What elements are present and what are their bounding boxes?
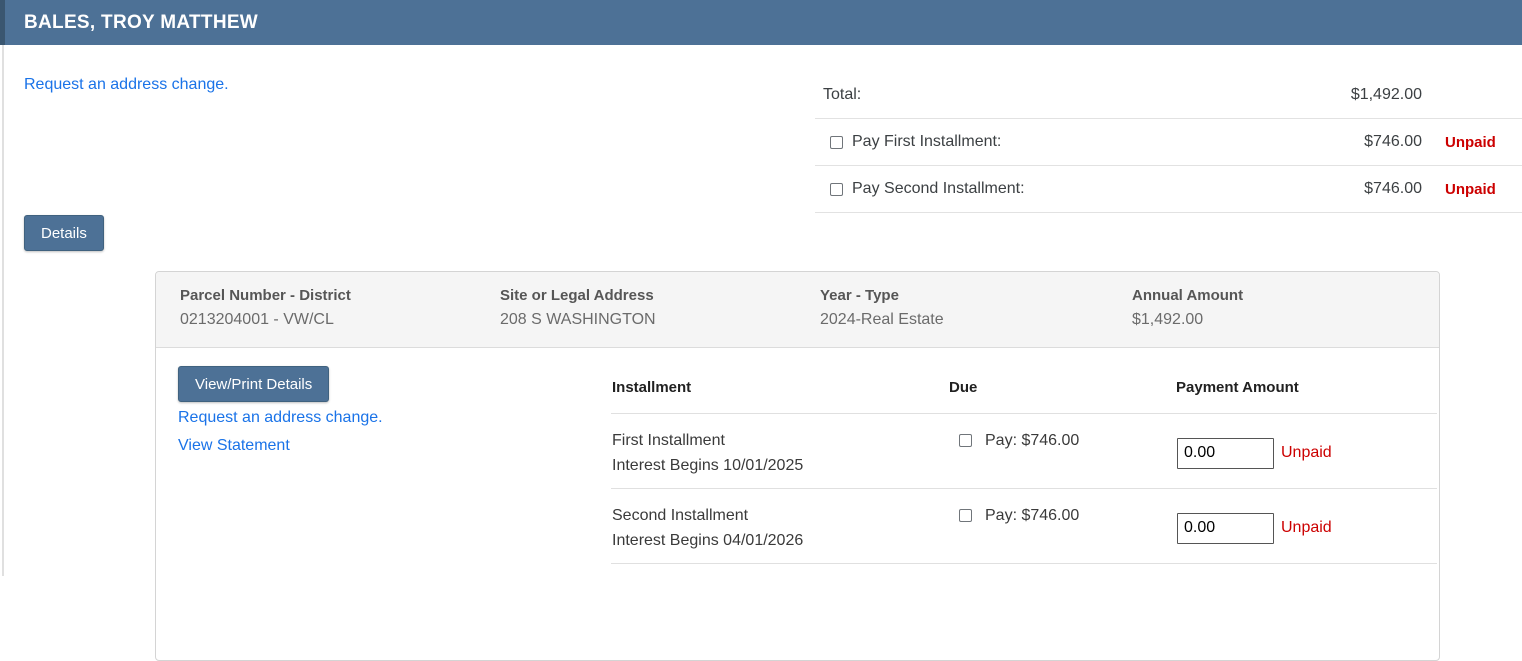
first-installment-pay-checkbox[interactable] — [959, 434, 972, 447]
second-installment-row-status: Unpaid — [1281, 519, 1332, 536]
details-button[interactable]: Details — [24, 215, 104, 251]
request-address-change-link[interactable]: Request an address change. — [24, 76, 229, 94]
taxpayer-name-title: BALES, TROY MATTHEW — [24, 11, 259, 33]
first-installment-table-row: First Installment Interest Begins 10/01/… — [611, 414, 1437, 489]
parcel-number-value: 0213204001 - VW/CL — [180, 311, 334, 328]
year-type-label: Year - Type — [820, 287, 899, 304]
total-row: Total: $1,492.00 — [815, 72, 1522, 119]
first-installment-amount: $746.00 — [1364, 133, 1422, 150]
first-installment-name-cell: First Installment Interest Begins 10/01/… — [611, 428, 949, 478]
installment-table-header: Installment Due Payment Amount — [611, 348, 1437, 414]
view-statement-link[interactable]: View Statement — [178, 437, 290, 455]
second-installment-interest-date: Interest Begins 04/01/2026 — [612, 532, 804, 549]
pay-second-installment-label: Pay Second Installment: — [852, 180, 1025, 197]
due-column-header: Due — [949, 379, 978, 396]
payment-summary-table: Total: $1,492.00 Pay First Installment: … — [815, 72, 1522, 213]
first-installment-row-status: Unpaid — [1281, 444, 1332, 461]
second-installment-due-amount: Pay: $746.00 — [985, 506, 1080, 524]
installment-column-header: Installment — [612, 379, 692, 396]
second-installment-name: Second Installment — [612, 507, 749, 524]
card-request-address-change-link[interactable]: Request an address change. — [178, 409, 383, 427]
pay-second-installment-checkbox[interactable] — [830, 182, 843, 196]
site-address-label: Site or Legal Address — [500, 287, 654, 304]
first-installment-payment-input[interactable] — [1177, 437, 1274, 469]
parcel-details-body: View/Print Details Request an address ch… — [156, 348, 1439, 660]
annual-amount-field: Annual Amount $1,492.00 — [1132, 287, 1415, 347]
parcel-number-label: Parcel Number - District — [180, 287, 351, 304]
second-installment-status-badge: Unpaid — [1445, 180, 1496, 198]
installment-table: Installment Due Payment Amount First Ins… — [611, 348, 1437, 564]
site-address-value: 208 S WASHINGTON — [500, 311, 656, 328]
second-installment-name-cell: Second Installment Interest Begins 04/01… — [611, 503, 949, 553]
second-installment-payment-input[interactable] — [1177, 512, 1274, 544]
annual-amount-label: Annual Amount — [1132, 287, 1244, 304]
pay-first-installment-checkbox[interactable] — [830, 135, 843, 149]
pay-first-installment-row: Pay First Installment: $746.00 Unpaid — [815, 119, 1522, 166]
year-type-field: Year - Type 2024-Real Estate — [820, 287, 1132, 347]
total-label: Total: — [823, 86, 862, 103]
first-installment-interest-date: Interest Begins 10/01/2025 — [612, 457, 804, 474]
pay-first-installment-label: Pay First Installment: — [852, 133, 1002, 150]
second-installment-pay-checkbox[interactable] — [959, 509, 972, 522]
parcel-summary-header: Parcel Number - District 0213204001 - VW… — [156, 272, 1439, 348]
annual-amount-value: $1,492.00 — [1132, 311, 1204, 328]
taxpayer-header-bar: BALES, TROY MATTHEW — [0, 0, 1522, 45]
first-installment-status-badge: Unpaid — [1445, 133, 1496, 151]
second-installment-table-row: Second Installment Interest Begins 04/01… — [611, 489, 1437, 564]
site-address-field: Site or Legal Address 208 S WASHINGTON — [500, 287, 820, 347]
page-left-border — [2, 45, 4, 576]
pay-second-installment-row: Pay Second Installment: $746.00 Unpaid — [815, 166, 1522, 213]
second-installment-amount: $746.00 — [1364, 180, 1422, 197]
year-type-value: 2024-Real Estate — [820, 311, 944, 328]
view-print-details-button[interactable]: View/Print Details — [178, 366, 330, 402]
payment-amount-column-header: Payment Amount — [1176, 379, 1299, 396]
first-installment-due-amount: Pay: $746.00 — [985, 431, 1080, 449]
total-amount: $1,492.00 — [1350, 86, 1422, 103]
first-installment-name: First Installment — [612, 432, 725, 449]
parcel-number-field: Parcel Number - District 0213204001 - VW… — [180, 287, 500, 347]
parcel-details-card: Parcel Number - District 0213204001 - VW… — [155, 271, 1440, 661]
